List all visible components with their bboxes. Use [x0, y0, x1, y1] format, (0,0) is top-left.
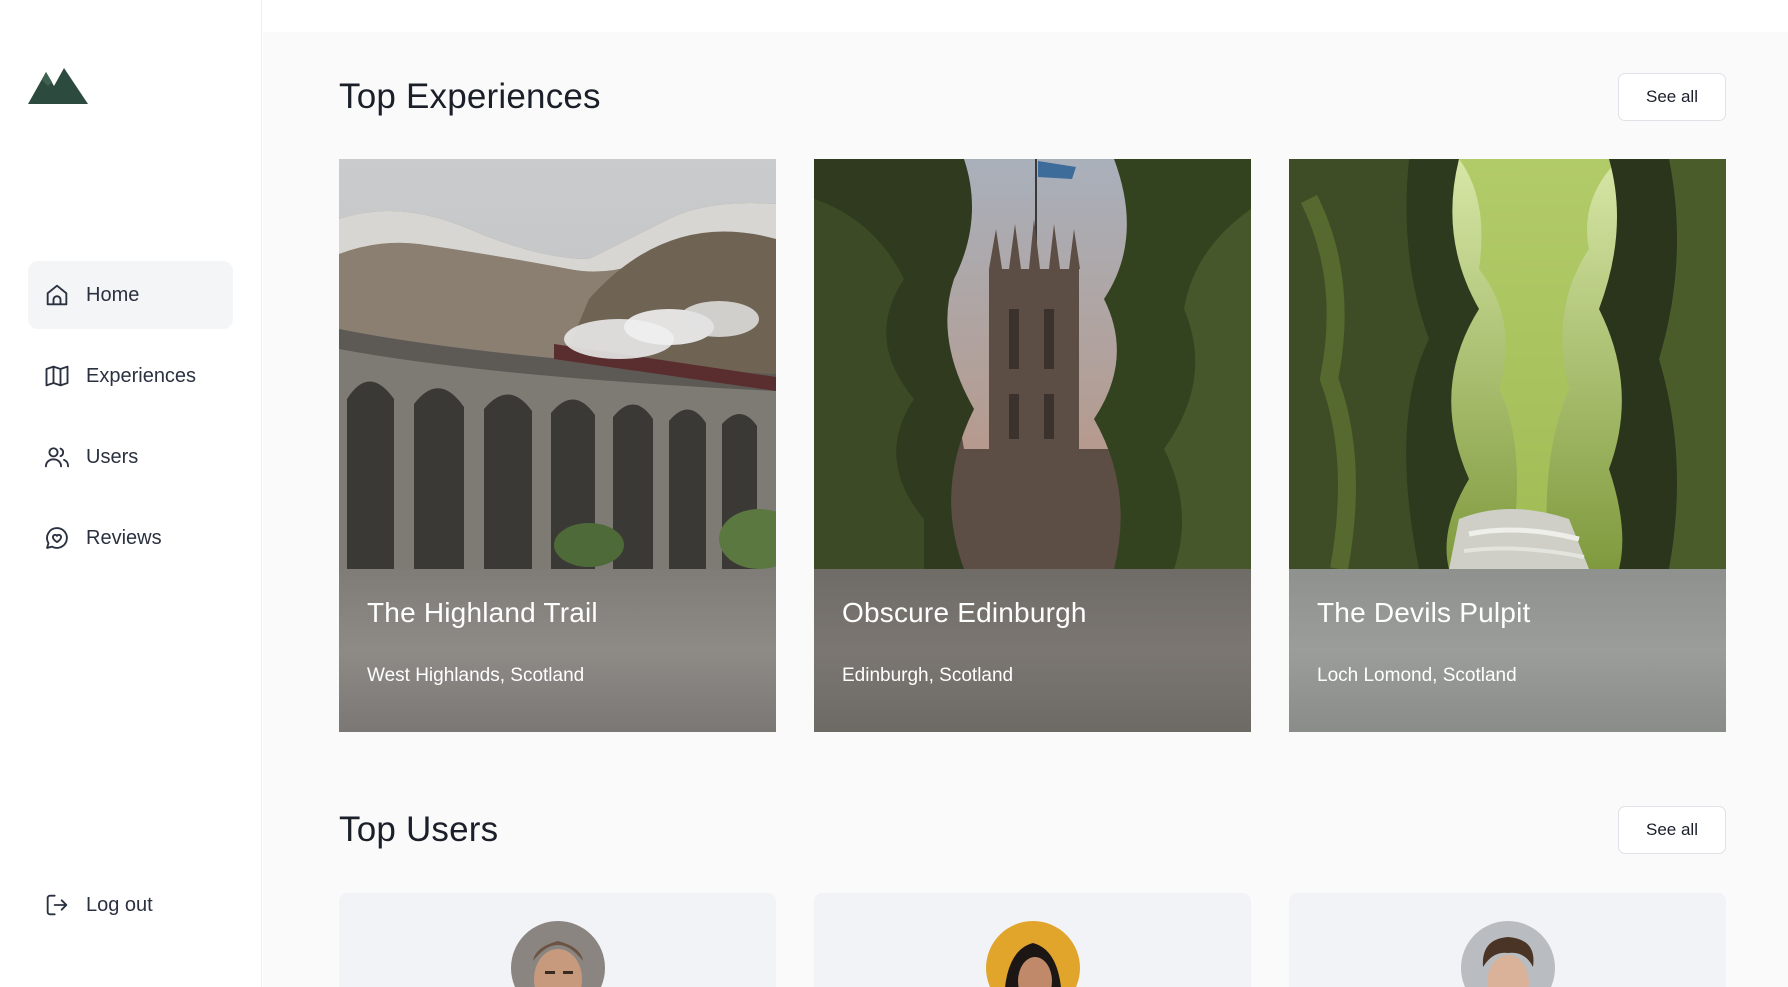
see-all-experiences-button[interactable]: See all — [1618, 73, 1726, 121]
experience-title: The Highland Trail — [367, 597, 598, 628]
experience-caption: The Highland Trail West Highlands, Scotl… — [339, 569, 776, 732]
chat-heart-icon — [42, 523, 72, 553]
experience-card[interactable]: The Devils Pulpit Loch Lomond, Scotland — [1289, 159, 1726, 732]
experience-caption: Obscure Edinburgh Edinburgh, Scotland — [814, 569, 1251, 732]
users-icon — [42, 442, 72, 472]
avatar — [1461, 921, 1555, 987]
main-content: Top Experiences See all The Highland Tra… — [263, 32, 1788, 987]
users-header: Top Users See all — [339, 806, 1726, 854]
user-card[interactable] — [814, 893, 1251, 987]
sidebar-nav: Home Experiences Users Reviews — [28, 261, 233, 585]
experience-location: West Highlands, Scotland — [367, 665, 585, 686]
sidebar-item-label: Users — [86, 445, 139, 468]
sidebar-item-users[interactable]: Users — [28, 423, 233, 491]
sidebar-item-label: Reviews — [86, 526, 162, 549]
home-icon — [42, 280, 72, 310]
mountain-logo-icon[interactable] — [28, 66, 88, 104]
logout-label: Log out — [86, 893, 153, 916]
experience-location: Loch Lomond, Scotland — [1317, 665, 1517, 686]
user-card[interactable] — [1289, 893, 1726, 987]
avatar — [511, 921, 605, 987]
app-root: Home Experiences Users Reviews Log out T… — [0, 0, 1788, 987]
sidebar: Home Experiences Users Reviews Log out — [0, 0, 262, 987]
experience-card[interactable]: Obscure Edinburgh Edinburgh, Scotland — [814, 159, 1251, 732]
user-cards — [339, 893, 1726, 987]
user-card[interactable] — [339, 893, 776, 987]
experience-photo — [339, 159, 776, 569]
sidebar-item-home[interactable]: Home — [28, 261, 233, 329]
experience-caption: The Devils Pulpit Loch Lomond, Scotland — [1289, 569, 1726, 732]
experiences-header: Top Experiences See all — [339, 73, 1726, 121]
see-all-users-button[interactable]: See all — [1618, 806, 1726, 854]
sidebar-item-reviews[interactable]: Reviews — [28, 504, 233, 572]
logout-icon — [42, 890, 72, 920]
experience-photo — [814, 159, 1251, 569]
logout-button[interactable]: Log out — [28, 871, 233, 939]
map-icon — [42, 361, 72, 391]
experience-cards: The Highland Trail West Highlands, Scotl… — [339, 159, 1726, 732]
section-title-experiences: Top Experiences — [339, 77, 601, 116]
experience-title: Obscure Edinburgh — [842, 597, 1087, 628]
section-title-users: Top Users — [339, 810, 499, 849]
experience-location: Edinburgh, Scotland — [842, 665, 1014, 686]
experience-title: The Devils Pulpit — [1317, 597, 1531, 628]
avatar — [986, 921, 1080, 987]
sidebar-item-label: Experiences — [86, 364, 197, 387]
experience-card[interactable]: The Highland Trail West Highlands, Scotl… — [339, 159, 776, 732]
experience-photo — [1289, 159, 1726, 571]
sidebar-item-label: Home — [86, 283, 140, 306]
sidebar-item-experiences[interactable]: Experiences — [28, 342, 233, 410]
